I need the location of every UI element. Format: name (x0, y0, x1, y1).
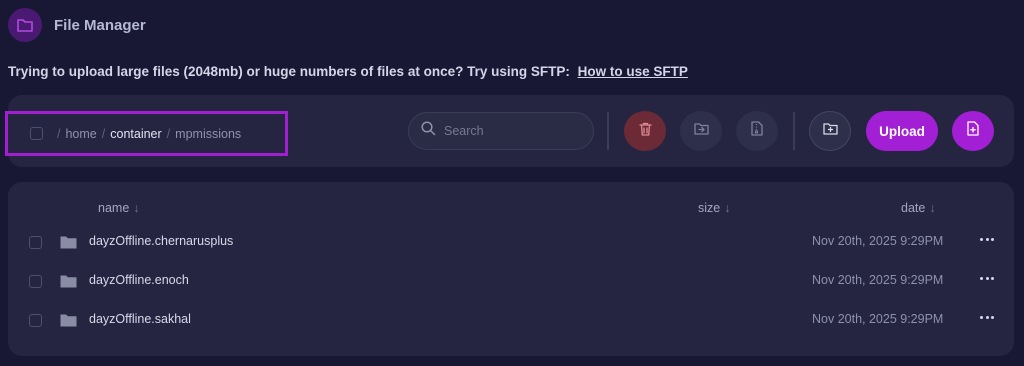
trash-icon (638, 122, 652, 141)
folder-icon (60, 313, 77, 332)
column-header-name[interactable]: name ↓ (98, 201, 140, 215)
table-row[interactable]: dayzOffline.enoch Nov 20th, 2025 9:29PM (8, 262, 1014, 301)
sort-arrow-icon: ↓ (133, 201, 140, 215)
more-options-icon[interactable] (980, 310, 994, 324)
app-header: File Manager (8, 6, 146, 44)
new-file-button[interactable] (952, 111, 994, 151)
column-header-date[interactable]: date ↓ (901, 201, 936, 215)
file-name[interactable]: dayzOffline.sakhal (89, 312, 191, 326)
sort-arrow-icon: ↓ (724, 201, 731, 215)
select-all-checkbox[interactable] (30, 127, 43, 140)
toolbar-divider (793, 112, 795, 150)
breadcrumb-item-mpmissions[interactable]: mpmissions (175, 127, 241, 141)
column-label: name (98, 201, 130, 215)
move-button[interactable] (680, 111, 722, 151)
table-row[interactable]: dayzOffline.chernarusplus Nov 20th, 2025… (8, 223, 1014, 262)
folder-icon (8, 8, 42, 42)
sort-arrow-icon: ↓ (929, 201, 936, 215)
column-label: size (698, 201, 721, 215)
delete-button[interactable] (624, 111, 666, 151)
file-plus-icon (967, 121, 979, 141)
file-name[interactable]: dayzOffline.enoch (89, 273, 189, 287)
table-row[interactable]: dayzOffline.sakhal Nov 20th, 2025 9:29PM (8, 301, 1014, 340)
breadcrumb-separator: / (101, 126, 106, 141)
upload-button[interactable]: Upload (866, 111, 938, 151)
breadcrumb-separator: / (57, 126, 61, 141)
file-name[interactable]: dayzOffline.chernarusplus (89, 234, 233, 248)
row-checkbox[interactable] (29, 236, 42, 249)
column-label: date (901, 201, 926, 215)
file-archive-icon (751, 121, 763, 141)
sftp-help-link[interactable]: How to use SFTP (578, 64, 688, 79)
breadcrumb-item-container[interactable]: container (110, 127, 161, 141)
breadcrumb-separator: / (166, 126, 171, 141)
column-header-size[interactable]: size ↓ (698, 201, 730, 215)
more-options-icon[interactable] (980, 271, 994, 285)
archive-button[interactable] (736, 111, 778, 151)
file-date: Nov 20th, 2025 9:29PM (812, 273, 944, 287)
folder-plus-icon (822, 122, 838, 140)
search-icon (421, 121, 436, 141)
sftp-notice: Trying to upload large files (2048mb) or… (8, 64, 688, 79)
file-date: Nov 20th, 2025 9:29PM (812, 234, 944, 248)
new-folder-button[interactable] (809, 111, 851, 151)
folder-move-icon (693, 122, 709, 140)
breadcrumb-item-home[interactable]: home (65, 127, 96, 141)
sftp-notice-text: Trying to upload large files (2048mb) or… (8, 64, 570, 79)
row-checkbox[interactable] (29, 314, 42, 327)
row-checkbox[interactable] (29, 275, 42, 288)
search-input[interactable] (444, 124, 584, 138)
toolbar-divider (607, 112, 609, 150)
more-options-icon[interactable] (980, 232, 994, 246)
search-box[interactable] (408, 112, 594, 150)
page-title: File Manager (54, 16, 146, 34)
file-date: Nov 20th, 2025 9:29PM (812, 312, 944, 326)
folder-icon (60, 235, 77, 254)
breadcrumb: / home / container / mpmissions (5, 111, 288, 156)
folder-icon (60, 274, 77, 293)
